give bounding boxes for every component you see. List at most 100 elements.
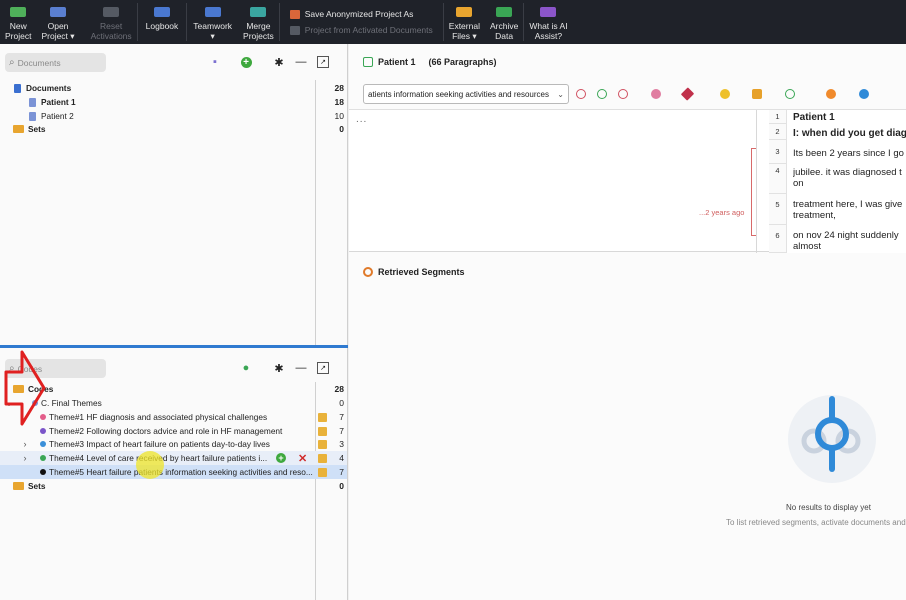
more-icon[interactable]: ... — [356, 114, 367, 125]
document-icon — [29, 97, 36, 107]
retrieved-segments-title: Retrieved Segments — [363, 267, 465, 277]
paragraph-text: Its been 2 years since I go — [793, 148, 904, 159]
tree-document-patient-2[interactable]: Patient 2 10 — [0, 109, 347, 123]
external-files-button[interactable]: External Files ▾ — [444, 0, 485, 44]
memo-icon[interactable] — [318, 412, 327, 422]
tree-code-sets[interactable]: Sets 0 — [0, 479, 347, 493]
edit-pencil-icon[interactable] — [363, 57, 373, 67]
archive-data-button[interactable]: Archive Data — [485, 0, 523, 44]
code-stripe-icon[interactable] — [651, 89, 661, 99]
settings-gear-icon[interactable]: ✱ — [273, 362, 285, 375]
minimize-icon[interactable]: — — [295, 56, 307, 68]
undock-icon[interactable]: ↗ — [317, 362, 329, 374]
tree-code-theme-5[interactable]: Theme#5 Heart failure patients informati… — [0, 465, 347, 479]
project-from-activated-button[interactable]: Project from Activated Documents — [289, 22, 433, 38]
code-selector-value: atients information seeking activities a… — [368, 89, 549, 99]
sets-count: 0 — [339, 124, 344, 134]
document-text-area[interactable]: ... ...2 years ago 1 Patient 1 2 I: when… — [349, 109, 906, 253]
memo-add-icon[interactable] — [752, 89, 762, 99]
logbook-button[interactable]: Logbook — [138, 0, 187, 44]
add-document-button[interactable]: + — [240, 56, 252, 68]
paragraph-count: (66 Paragraphs) — [428, 57, 497, 67]
remove-code-icon[interactable] — [618, 89, 628, 99]
code-label: Theme#1 HF diagnosis and associated phys… — [49, 412, 268, 422]
add-circle-icon[interactable] — [859, 89, 869, 99]
tree-document-patient-1[interactable]: Patient 1 18 — [0, 95, 347, 109]
tree-documents-root[interactable]: Documents 28 — [0, 81, 347, 95]
settings-gear-icon[interactable]: ✱ — [273, 56, 285, 69]
sets-folder-icon — [13, 482, 24, 490]
teamwork-button[interactable]: Teamwork ▾ — [187, 0, 238, 44]
document-set-icon[interactable]: ▪ — [209, 56, 221, 68]
code-count: 3 — [339, 439, 344, 449]
tree-codes-root[interactable]: Codes 28 — [0, 382, 347, 396]
merge-icon — [250, 7, 267, 17]
chevron-right-icon[interactable]: › — [20, 453, 30, 463]
reset-activations-button[interactable]: Reset Activations — [86, 0, 137, 44]
code-group-count: 0 — [339, 398, 344, 408]
reset-activations-label: Reset Activations — [90, 21, 132, 41]
document-icon — [29, 111, 36, 121]
open-folder-icon — [50, 7, 67, 17]
teamwork-label: Teamwork ▾ — [193, 21, 233, 41]
emoji-icon[interactable] — [720, 89, 730, 99]
code-label: Theme#3 Impact of heart failure on patie… — [49, 439, 270, 449]
paragraph-number: 5 — [769, 194, 787, 225]
reset-icon — [103, 7, 120, 17]
ai-assist-button[interactable]: What is AI Assist? — [524, 0, 572, 44]
paragraph-text: I: when did you get diag — [793, 128, 906, 139]
new-project-icon — [10, 7, 27, 17]
paragraph-number: 6 — [769, 225, 787, 253]
tree-code-theme-2[interactable]: Theme#2 Following doctors advice and rol… — [0, 424, 347, 438]
paragraph-column: 1 Patient 1 2 I: when did you get diag 3… — [769, 110, 906, 253]
toolbar-ribbon: New Project Open Project ▾ Reset Activat… — [0, 0, 906, 44]
chevron-right-icon[interactable]: › — [20, 439, 30, 449]
documents-search-input[interactable]: ⌕ Documents — [5, 53, 106, 72]
code-color-dot — [40, 455, 46, 461]
new-project-button[interactable]: New Project — [0, 0, 36, 44]
memo-icon[interactable] — [318, 426, 327, 436]
ai-assist-label: What is AI Assist? — [529, 21, 568, 41]
external-files-label: External Files ▾ — [448, 21, 480, 41]
tree-code-theme-1[interactable]: Theme#1 HF diagnosis and associated phys… — [0, 410, 347, 424]
comment-icon[interactable] — [826, 89, 836, 99]
code-sets-label: Sets — [28, 481, 46, 491]
new-code-icon[interactable]: ● — [240, 362, 252, 374]
pane-splitter[interactable] — [0, 345, 348, 348]
chevron-down-icon: ⌄ — [557, 89, 564, 99]
open-project-button[interactable]: Open Project ▾ — [36, 0, 79, 44]
documents-search-placeholder: Documents — [17, 57, 61, 68]
code-count: 7 — [339, 412, 344, 422]
sets-folder-icon — [13, 125, 24, 133]
code-group-label: C. Final Themes — [41, 398, 102, 408]
tree-code-theme-3[interactable]: › Theme#3 Impact of heart failure on pat… — [0, 437, 347, 451]
add-code-icon[interactable] — [597, 89, 607, 99]
empty-state-illustration-icon — [788, 395, 876, 483]
code-highlight-icon[interactable] — [576, 89, 586, 99]
archive-data-label: Archive Data — [489, 21, 519, 41]
external-files-icon — [456, 7, 473, 17]
save-anonymized-button[interactable]: Save Anonymized Project As — [289, 6, 433, 22]
add-subcode-button[interactable]: + — [276, 453, 286, 463]
sets-label: Sets — [28, 124, 46, 134]
delete-code-button[interactable]: ✕ — [298, 452, 307, 465]
merge-projects-button[interactable]: Merge Projects — [238, 0, 279, 44]
highlighter-pen-icon[interactable] — [680, 87, 695, 101]
code-selector-dropdown[interactable]: atients information seeking activities a… — [363, 84, 569, 104]
documents-icon — [14, 83, 21, 93]
undock-icon[interactable]: ↗ — [317, 56, 329, 68]
minimize-icon[interactable]: — — [295, 362, 307, 374]
documents-root-label: Documents — [26, 83, 72, 93]
paragraph-text: jubilee. it was diagnosed t on — [793, 167, 902, 189]
code-label: Theme#5 Heart failure patients informati… — [49, 467, 313, 477]
tree-code-theme-4[interactable]: › Theme#4 Level of care received by hear… — [0, 451, 347, 465]
memo-icon[interactable] — [318, 467, 327, 477]
teamwork-icon — [204, 7, 221, 17]
memo-icon[interactable] — [318, 439, 327, 449]
tree-document-sets[interactable]: Sets 0 — [0, 122, 347, 136]
memo-icon[interactable] — [318, 453, 327, 463]
left-panel: ⌕ Documents ▪ + ✱ — ↗ Documents 28 Patie… — [0, 44, 348, 600]
tree-code-group[interactable]: ⌄ C. Final Themes 0 — [0, 396, 347, 410]
link-icon[interactable] — [785, 89, 795, 99]
new-project-label: New Project — [5, 21, 32, 41]
